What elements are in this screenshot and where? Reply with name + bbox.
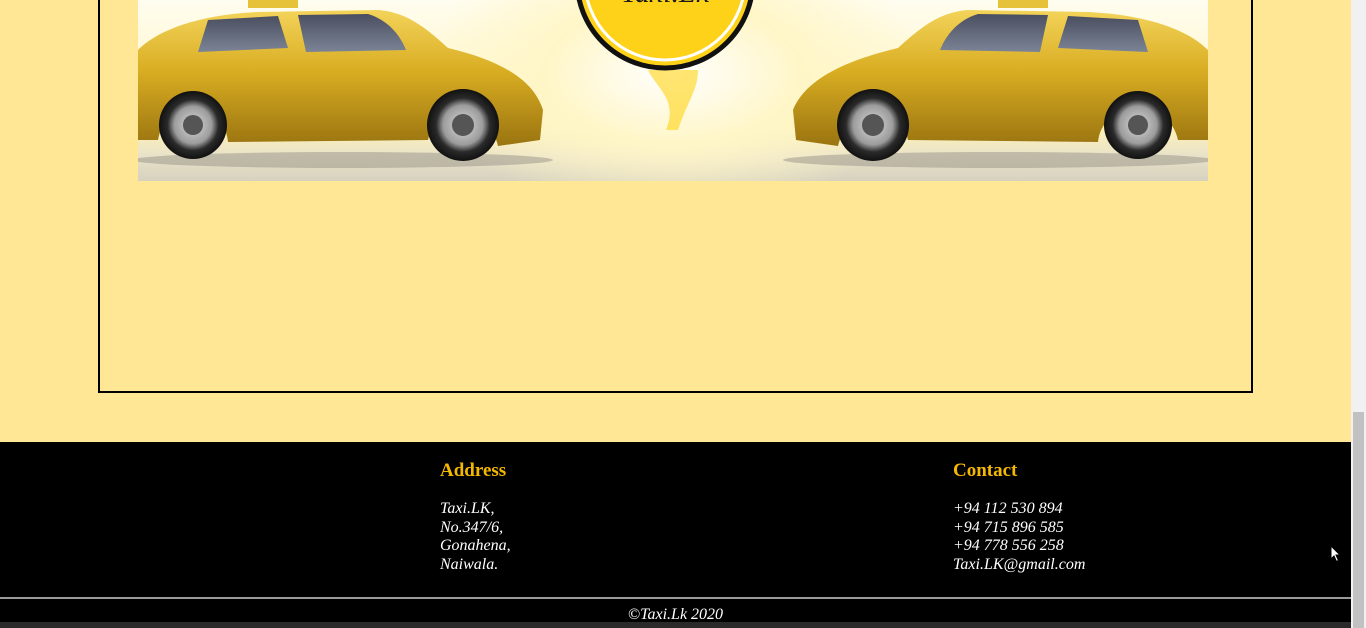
bottom-strip — [0, 622, 1351, 628]
phone-number: +94 778 556 258 — [953, 537, 1064, 554]
page: Taxi.Lk Address Taxi.LK, No.347/6, Gonah… — [0, 0, 1351, 628]
address-line: Taxi.LK, — [440, 500, 495, 517]
email-address: Taxi.LK@gmail.com — [953, 555, 1086, 573]
taxi-logo-badge: Taxi.Lk — [576, 0, 754, 130]
mouse-cursor-icon — [1330, 544, 1342, 568]
taxi-banner-image: Taxi.Lk — [138, 0, 1208, 181]
svg-text:Taxi.Lk: Taxi.Lk — [621, 0, 710, 9]
phone-number: +94 112 530 894 — [953, 500, 1063, 517]
address-line: No.347/6, — [440, 518, 504, 536]
address-heading: Address — [440, 460, 507, 481]
footer-divider — [0, 597, 1351, 599]
address-line: Gonahena, — [440, 537, 511, 554]
contact-heading: Contact — [953, 460, 1018, 481]
phone-number: +94 715 896 585 — [953, 518, 1064, 536]
address-line: Naiwala. — [440, 555, 499, 573]
right-taxi-car — [783, 0, 1208, 168]
left-taxi-car — [138, 0, 553, 168]
scrollbar-thumb[interactable] — [1353, 412, 1364, 628]
vertical-scrollbar[interactable] — [1351, 0, 1366, 628]
site-footer: Address Taxi.LK, No.347/6, Gonahena, Nai… — [0, 442, 1351, 628]
address-section: Address Taxi.LK, No.347/6, Gonahena, Nai… — [440, 460, 511, 574]
contact-section: Contact +94 112 530 894 +94 715 896 585 … — [953, 460, 1085, 574]
